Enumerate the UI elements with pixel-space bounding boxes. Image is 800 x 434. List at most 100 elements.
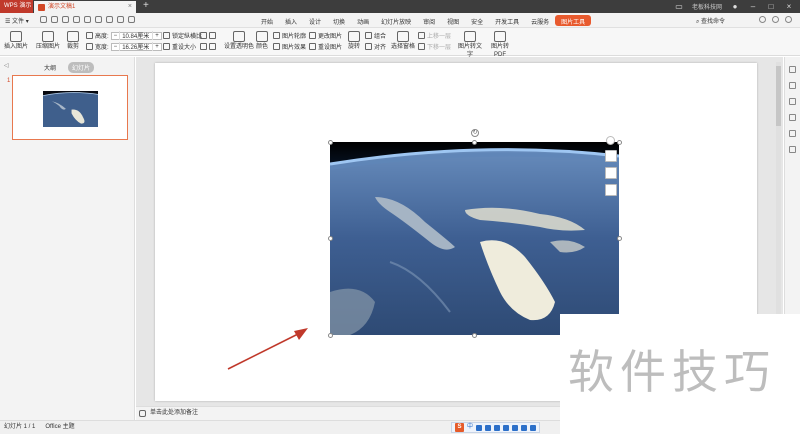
tab-outline[interactable]: 大纲 bbox=[40, 62, 60, 73]
resize-handle-top[interactable] bbox=[472, 140, 477, 145]
collapse-toolbar-icon[interactable] bbox=[606, 136, 615, 145]
color-button[interactable]: 颜色 bbox=[254, 29, 270, 51]
keyboard-icon[interactable] bbox=[503, 424, 510, 431]
width-input[interactable]: 16.26厘米 bbox=[119, 42, 154, 51]
width-stepper[interactable]: −16.26厘米 + bbox=[110, 42, 162, 51]
collapse-rail-icon[interactable] bbox=[789, 66, 796, 73]
more-icon[interactable] bbox=[128, 16, 135, 23]
close-window-icon[interactable]: × bbox=[784, 2, 794, 11]
brightness-down-icon[interactable] bbox=[209, 32, 216, 39]
print-icon[interactable] bbox=[73, 16, 80, 23]
skin-icon[interactable] bbox=[521, 424, 528, 431]
tab-home[interactable]: 开始 bbox=[255, 15, 279, 26]
collapse-pane-icon[interactable]: ◁ bbox=[4, 62, 9, 69]
width-decrement[interactable]: − bbox=[112, 44, 120, 50]
group-button[interactable]: 组合 bbox=[365, 31, 386, 40]
tab-review[interactable]: 审阅 bbox=[417, 15, 441, 26]
resize-handle-bottom[interactable] bbox=[472, 333, 477, 338]
rotate-handle-icon[interactable]: ↻ bbox=[471, 129, 479, 137]
toolbox-icon[interactable] bbox=[530, 424, 537, 431]
undo-icon[interactable] bbox=[106, 16, 113, 23]
maximize-icon[interactable]: □ bbox=[766, 2, 776, 11]
align-button[interactable]: 对齐 bbox=[365, 42, 386, 51]
wps-app-tab[interactable]: WPS 演示 bbox=[0, 0, 33, 13]
picture-outline-button[interactable]: 图片轮廓 bbox=[273, 31, 306, 40]
new-file-icon[interactable] bbox=[40, 16, 47, 23]
rotate-button[interactable]: 旋转 bbox=[346, 29, 362, 51]
property-icon[interactable] bbox=[789, 114, 796, 121]
close-tab-icon[interactable]: × bbox=[128, 1, 132, 13]
set-transparent-button[interactable]: 设置透明色 bbox=[224, 29, 254, 51]
earth-from-space-picture[interactable] bbox=[330, 142, 619, 335]
window-icon[interactable]: ▭ bbox=[674, 2, 684, 11]
contrast-down-icon[interactable] bbox=[209, 43, 216, 50]
vertical-scrollbar[interactable] bbox=[776, 62, 781, 342]
search-command[interactable]: ⌕ 查找命令 bbox=[696, 16, 725, 26]
resize-handle-right[interactable] bbox=[617, 236, 622, 241]
bring-forward-button[interactable]: 上移一层 bbox=[418, 31, 451, 40]
tab-security[interactable]: 安全 bbox=[465, 15, 489, 26]
height-stepper[interactable]: −10.84厘米 + bbox=[110, 31, 162, 40]
height-decrement[interactable]: − bbox=[112, 33, 120, 39]
crop-button[interactable]: 裁剪 bbox=[65, 29, 81, 51]
help-icon[interactable] bbox=[785, 16, 792, 23]
punctuation-icon[interactable] bbox=[476, 424, 483, 431]
sync-icon[interactable] bbox=[759, 16, 766, 23]
emoji-icon[interactable] bbox=[485, 424, 492, 431]
settings-icon[interactable] bbox=[772, 16, 779, 23]
tab-picture-tools[interactable]: 图片工具 bbox=[555, 15, 592, 26]
tab-developer[interactable]: 开发工具 bbox=[489, 15, 525, 26]
edit-picture-float-icon[interactable] bbox=[605, 184, 617, 196]
sogou-logo-icon[interactable]: S bbox=[455, 423, 464, 432]
brightness-up-icon[interactable] bbox=[200, 32, 207, 39]
export-icon[interactable] bbox=[95, 16, 102, 23]
share-icon[interactable] bbox=[789, 82, 796, 89]
tab-view[interactable]: 视图 bbox=[441, 15, 465, 26]
tab-slides[interactable]: 幻灯片 bbox=[68, 62, 95, 73]
avatar-icon[interactable]: ● bbox=[730, 2, 740, 11]
preview-icon[interactable] bbox=[84, 16, 91, 23]
contrast-up-icon[interactable] bbox=[200, 43, 207, 50]
redo-icon[interactable] bbox=[117, 16, 124, 23]
picture-to-text-button[interactable]: 图片转文字 bbox=[456, 29, 484, 59]
user-name[interactable]: 老板科技网 bbox=[692, 2, 722, 11]
ime-toolbar[interactable]: S 中 bbox=[451, 421, 541, 434]
tab-transitions[interactable]: 切换 bbox=[327, 15, 351, 26]
picture-effects-button[interactable]: 图片效果 bbox=[273, 42, 306, 51]
tab-animations[interactable]: 动画 bbox=[351, 15, 375, 26]
selection-pane-button[interactable]: 选择窗格 bbox=[390, 29, 416, 51]
picture-to-pdf-button[interactable]: 图片转PDF bbox=[486, 29, 514, 59]
width-increment[interactable]: + bbox=[153, 44, 161, 50]
insert-picture-button[interactable]: 插入图片 bbox=[3, 29, 29, 51]
history-icon[interactable] bbox=[789, 146, 796, 153]
theme-name[interactable]: Office 主题 bbox=[45, 421, 74, 434]
tab-insert[interactable]: 插入 bbox=[279, 15, 303, 26]
file-menu[interactable]: ☰ 文件 ▾ bbox=[5, 16, 29, 25]
resize-handle-bottom-left[interactable] bbox=[328, 333, 333, 338]
reset-picture-button[interactable]: 重设图片 bbox=[309, 42, 342, 51]
new-tab-button[interactable]: + bbox=[143, 0, 149, 12]
save-icon[interactable] bbox=[62, 16, 69, 23]
crop-float-icon[interactable] bbox=[605, 150, 617, 162]
minimize-icon[interactable]: – bbox=[748, 2, 758, 11]
resize-handle-left[interactable] bbox=[328, 236, 333, 241]
ime-mode[interactable]: 中 bbox=[467, 421, 473, 434]
tab-cloud[interactable]: 云服务 bbox=[525, 15, 555, 26]
scrollbar-thumb[interactable] bbox=[776, 66, 781, 126]
tab-slideshow[interactable]: 幻灯片放映 bbox=[375, 15, 417, 26]
resize-handle-top-right[interactable] bbox=[617, 140, 622, 145]
height-input[interactable]: 10.84厘米 bbox=[119, 31, 154, 40]
voice-icon[interactable] bbox=[494, 424, 501, 431]
resize-handle-top-left[interactable] bbox=[328, 140, 333, 145]
zoom-float-icon[interactable] bbox=[605, 167, 617, 179]
format-icon[interactable] bbox=[789, 130, 796, 137]
change-picture-button[interactable]: 更改图片 bbox=[309, 31, 342, 40]
lock-ratio-checkbox[interactable]: 锁定纵横比 bbox=[163, 31, 202, 40]
height-increment[interactable]: + bbox=[153, 33, 161, 39]
document-tab[interactable]: 演示文稿1 × bbox=[34, 1, 136, 13]
user-icon[interactable] bbox=[512, 424, 519, 431]
compress-picture-button[interactable]: 压缩图片 bbox=[36, 29, 60, 51]
open-icon[interactable] bbox=[51, 16, 58, 23]
reset-size-button[interactable]: 重设大小 bbox=[163, 42, 196, 51]
send-backward-button[interactable]: 下移一层 bbox=[418, 42, 451, 51]
